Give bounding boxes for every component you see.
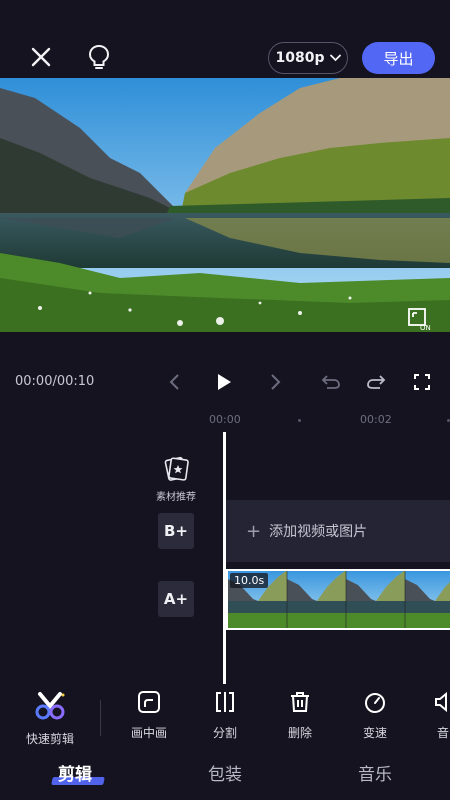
tool-label: 分割 <box>212 726 237 740</box>
ruler-mark: 00:02 <box>360 413 392 426</box>
speed-icon <box>363 690 387 718</box>
tool-label: 快速剪辑 <box>25 732 74 746</box>
resolution-label: 1080p <box>275 50 325 66</box>
tab-music[interactable]: 音乐 <box>358 760 392 785</box>
undo-icon[interactable] <box>317 368 345 396</box>
tool-divider <box>100 700 101 736</box>
playhead[interactable] <box>223 432 226 684</box>
track-b-button[interactable]: B+ <box>158 513 194 549</box>
lightbulb-icon[interactable] <box>82 40 116 74</box>
ruler-dot <box>298 419 301 422</box>
tool-label: 变速 <box>362 726 387 740</box>
tool-speed[interactable]: 变速 <box>345 690 405 742</box>
trash-icon <box>288 690 312 718</box>
tool-label: 音 <box>437 726 450 740</box>
prev-icon[interactable] <box>160 368 188 396</box>
add-media-track[interactable]: + 添加视频或图片 <box>226 500 450 562</box>
next-icon[interactable] <box>262 368 290 396</box>
play-icon[interactable] <box>210 368 238 396</box>
tool-audio[interactable]: 音 <box>420 690 450 742</box>
tool-quick-edit[interactable]: 快速剪辑 <box>20 690 80 746</box>
add-media-label: 添加视频或图片 <box>269 524 368 540</box>
close-icon[interactable] <box>24 40 58 74</box>
tab-edit[interactable]: 剪辑 <box>58 760 92 785</box>
timecode: 00:00/00:10 <box>15 374 95 389</box>
preview-frame <box>0 78 450 332</box>
track-a-button[interactable]: A+ <box>158 581 194 617</box>
material-recommend-button[interactable]: 素材推荐 <box>152 456 200 503</box>
export-button[interactable]: 导出 <box>362 42 435 74</box>
ruler-mark: 00:00 <box>209 413 241 426</box>
svg-text:ON: ON <box>420 324 431 332</box>
tool-delete[interactable]: 删除 <box>270 690 330 742</box>
plus-icon: + <box>246 520 262 542</box>
material-card-icon <box>161 456 191 486</box>
chevron-down-icon <box>329 50 341 66</box>
tool-label: 画中画 <box>130 726 167 740</box>
material-recommend-label: 素材推荐 <box>156 492 196 503</box>
fullscreen-icon[interactable] <box>408 368 436 396</box>
split-icon <box>213 690 237 718</box>
tool-picture-in-picture[interactable]: 画中画 <box>119 690 179 742</box>
quick-edit-icon <box>32 690 68 724</box>
tool-label: 删除 <box>287 726 312 740</box>
video-preview[interactable]: ON <box>0 78 450 332</box>
tool-split[interactable]: 分割 <box>195 690 255 742</box>
fullscreen-on-icon[interactable]: ON <box>406 306 432 332</box>
audio-icon <box>434 690 450 718</box>
tab-packaging[interactable]: 包装 <box>208 760 242 785</box>
clip-duration: 10.0s <box>230 573 269 588</box>
redo-icon[interactable] <box>362 368 390 396</box>
resolution-dropdown[interactable]: 1080p <box>268 42 348 74</box>
picture-in-picture-icon <box>137 690 161 718</box>
